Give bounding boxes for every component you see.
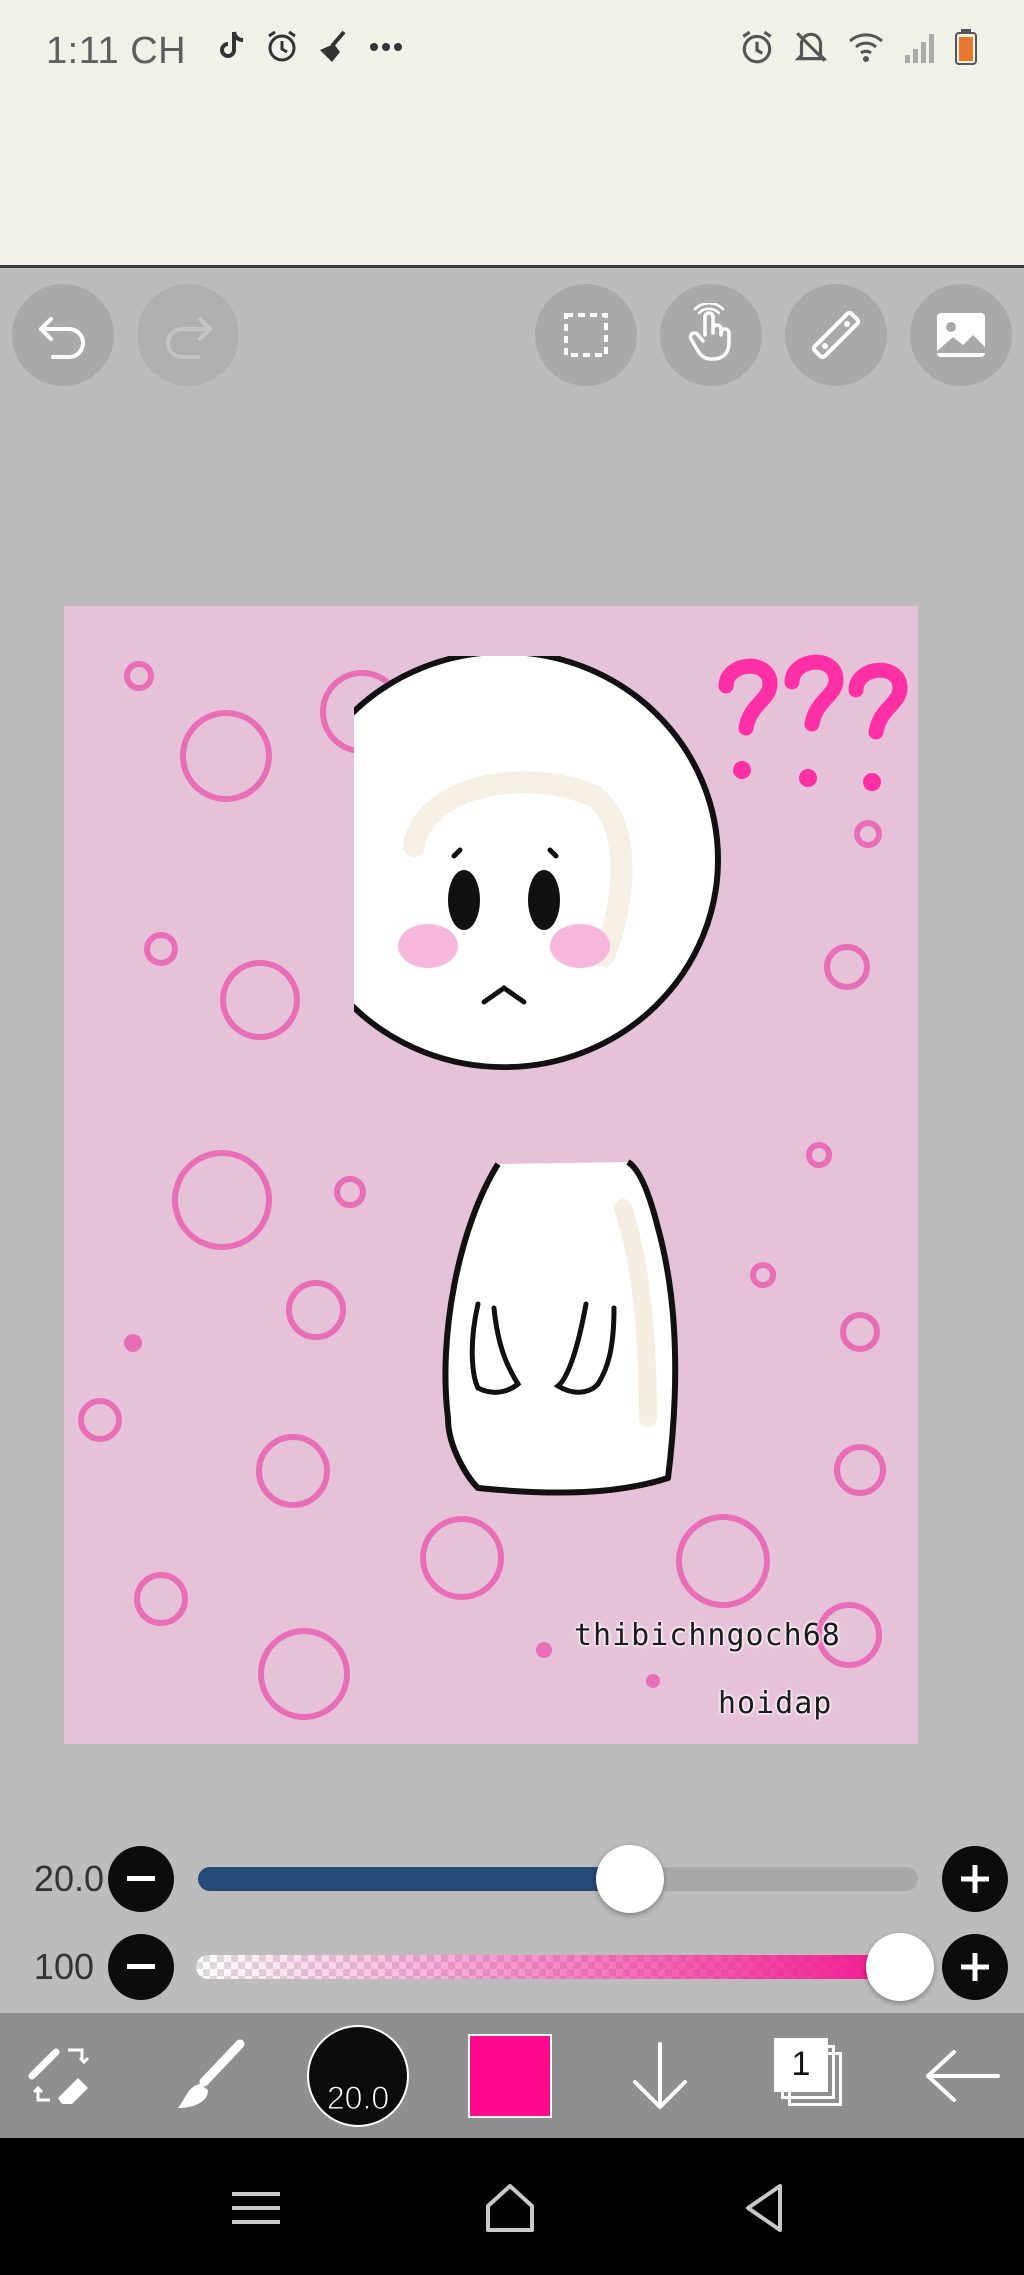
bubble <box>824 944 870 990</box>
mute-icon <box>792 28 830 71</box>
arrow-left-icon <box>926 2049 1000 2102</box>
status-time: 1:11 CH <box>46 30 187 72</box>
drawing-canvas[interactable]: thibichngoch68 hoidap <box>64 606 918 1744</box>
broom-icon <box>314 28 354 69</box>
bubble <box>78 1398 122 1442</box>
opacity-increase-button[interactable] <box>942 1934 1008 2000</box>
opacity-value: 100 <box>33 1946 94 1987</box>
wifi-icon <box>846 29 886 70</box>
opacity-decrease-button[interactable] <box>108 1934 174 2000</box>
ruler-icon <box>811 310 861 360</box>
brush-size-button[interactable]: 20.0 <box>304 2013 412 2138</box>
brush-size-fill <box>198 1867 630 1891</box>
triangle-back-icon <box>746 2184 782 2232</box>
bubble <box>144 932 178 966</box>
undo-button[interactable] <box>12 284 114 386</box>
bottom-toolbar: 20.0 1 <box>0 2013 1024 2138</box>
status-left-icons <box>214 28 404 69</box>
bubble <box>854 820 882 848</box>
layers-button[interactable]: 1 <box>764 2013 860 2138</box>
brush-size-preview: 20.0 <box>307 2024 409 2127</box>
home-button[interactable] <box>480 2178 540 2238</box>
opacity-knob[interactable] <box>866 1933 934 2001</box>
bubble <box>256 1434 330 1508</box>
watermark-username: thibichngoch68 <box>574 1618 841 1653</box>
bubble <box>124 1334 142 1352</box>
color-picker-button[interactable] <box>462 2013 558 2138</box>
selection-icon <box>564 313 608 357</box>
back-button[interactable] <box>914 2013 1010 2138</box>
brush-size-value: 20.0 <box>33 1858 104 1899</box>
plus-icon <box>961 1865 989 1893</box>
alarm-icon <box>264 28 300 69</box>
system-back-button[interactable] <box>734 2178 794 2238</box>
tiktok-icon <box>214 28 250 69</box>
brush-icon <box>178 2039 245 2108</box>
hand-touch-icon <box>688 303 731 361</box>
menu-lines-icon <box>232 2192 280 2224</box>
bubble <box>180 710 272 802</box>
status-bar: 1:11 CH <box>0 0 1024 268</box>
bubble <box>676 1514 770 1608</box>
opacity-slider-row: 100 <box>0 1932 1024 2002</box>
image-icon <box>937 313 985 357</box>
bubble <box>834 1444 886 1496</box>
bubble <box>286 1280 346 1340</box>
more-dots-icon <box>368 40 404 58</box>
bubble <box>646 1674 660 1688</box>
undo-icon <box>39 317 85 359</box>
bubble <box>258 1628 350 1720</box>
brush-size-increase-button[interactable] <box>942 1846 1008 1912</box>
arrow-down-icon <box>633 2041 687 2109</box>
recent-apps-button[interactable] <box>226 2178 286 2238</box>
watermark-site: hoidap <box>718 1686 833 1721</box>
plus-icon <box>961 1953 989 1981</box>
bubble <box>134 1572 188 1626</box>
brush-size-slider-row: 20.0 <box>0 1844 1024 1914</box>
character-body <box>442 1159 679 1496</box>
reference-image-button[interactable] <box>910 284 1012 386</box>
minus-icon <box>127 1964 155 1969</box>
pen-eraser-swap-icon <box>28 2048 90 2104</box>
status-right-icons <box>738 28 978 71</box>
current-color-swatch <box>468 2033 552 2118</box>
gesture-button[interactable] <box>660 284 762 386</box>
bubble <box>334 1176 366 1208</box>
signal-icon <box>902 29 938 70</box>
brush-size-decrease-button[interactable] <box>108 1846 174 1912</box>
redo-icon <box>166 317 212 359</box>
minus-icon <box>127 1876 155 1881</box>
system-navigation-bar <box>0 2138 1024 2275</box>
pen-eraser-toggle-button[interactable] <box>14 2013 110 2138</box>
opacity-fill <box>196 1955 916 1979</box>
ruler-button[interactable] <box>785 284 887 386</box>
bubble <box>750 1262 776 1288</box>
bubble <box>536 1642 552 1658</box>
layers-icon: 1 <box>774 2037 850 2114</box>
alarm-icon <box>738 28 776 71</box>
redo-button[interactable] <box>137 284 239 386</box>
bubble <box>124 661 154 691</box>
home-icon <box>486 2184 534 2232</box>
download-button[interactable] <box>612 2013 708 2138</box>
brush-size-knob[interactable] <box>596 1845 664 1913</box>
bubble <box>220 960 300 1040</box>
character-head <box>354 656 721 1070</box>
bubble <box>840 1312 880 1352</box>
bubble <box>420 1516 504 1600</box>
layer-count: 1 <box>774 2037 828 2092</box>
battery-icon <box>954 28 978 71</box>
selection-button[interactable] <box>535 284 637 386</box>
brush-size-label: 20.0 <box>326 2079 390 2116</box>
brush-tool-button[interactable] <box>162 2013 258 2138</box>
bubble <box>806 1142 832 1168</box>
bubble <box>172 1150 272 1250</box>
